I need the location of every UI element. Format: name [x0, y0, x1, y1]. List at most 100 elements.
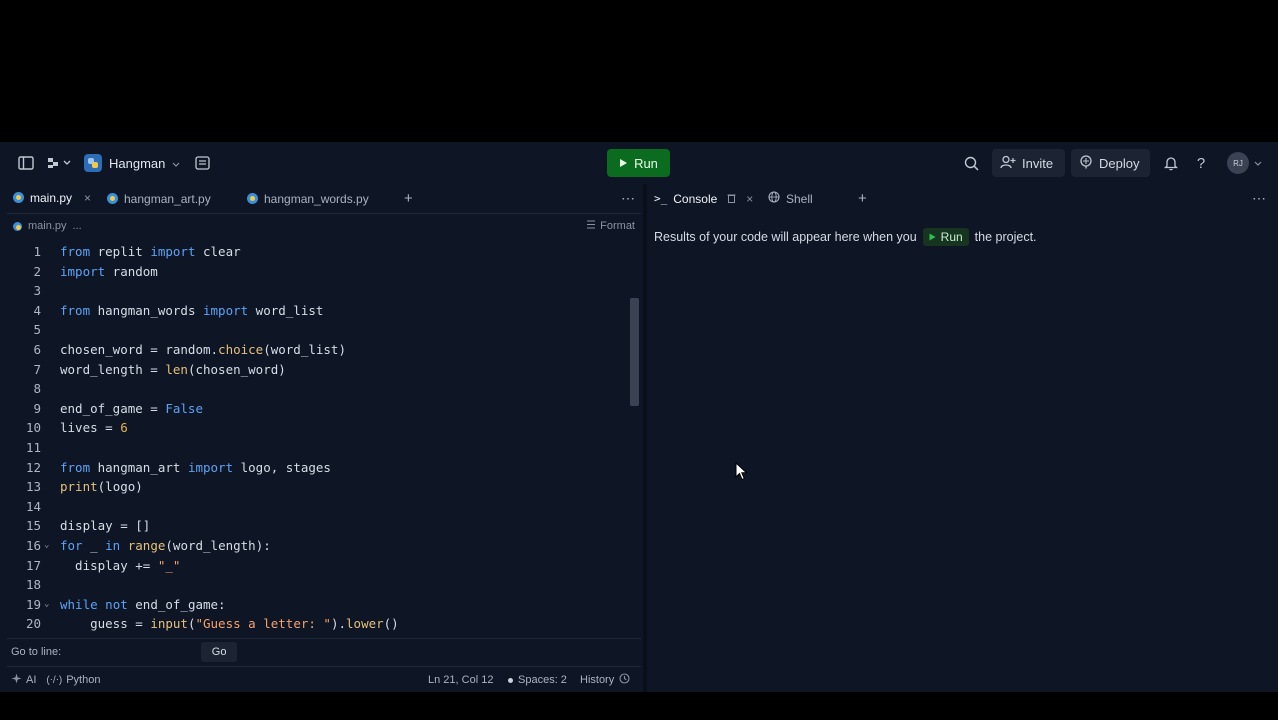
code-line[interactable]: 11 — [7, 438, 627, 457]
tab-label: hangman_art.py — [124, 191, 211, 206]
globe-icon — [768, 191, 780, 206]
breadcrumb-rest: ... — [72, 220, 82, 232]
spaces-label: Spaces: 2 — [518, 674, 567, 686]
console-message-after: the project. — [974, 230, 1037, 244]
close-icon[interactable]: × — [746, 192, 753, 206]
python-file-icon — [13, 221, 22, 231]
code-line[interactable]: 6 chosen_word = random.choice(word_list) — [7, 340, 627, 359]
code-line[interactable]: 10 lives = 6 — [7, 418, 627, 437]
code-line[interactable]: 4 from hangman_words import word_list — [7, 301, 627, 320]
editor-tabs: main.py × hangman_art.py hangman_words.p… — [7, 184, 641, 214]
tab-hangman-art-py[interactable]: hangman_art.py — [107, 184, 239, 213]
fold-chevron-icon[interactable]: ⌄ — [44, 595, 49, 614]
editor-scrollbar[interactable] — [628, 256, 640, 646]
format-icon — [586, 220, 596, 232]
top-bar: Hangman Run Invite Deploy ? RJ — [0, 142, 1278, 183]
project-name: Hangman — [109, 155, 166, 171]
deploy-label: Deploy — [1099, 155, 1140, 171]
invite-label: Invite — [1022, 155, 1054, 171]
line-number: 7 — [33, 361, 41, 377]
dot-icon — [508, 677, 513, 683]
console-message-before: Results of your code will appear here wh… — [654, 230, 917, 244]
deploy-button[interactable]: Deploy — [1071, 149, 1150, 177]
code-text: from hangman_art import logo, stages — [60, 459, 331, 475]
code-line[interactable]: 12 from hangman_art import logo, stages — [7, 458, 627, 477]
project-info-icon[interactable] — [192, 154, 212, 172]
code-line[interactable]: 18 — [7, 575, 627, 594]
code-line[interactable]: 16 ⌄ for _ in range(word_length): — [7, 536, 627, 555]
terminal-prompt-icon: >_ — [654, 192, 668, 205]
help-icon[interactable]: ? — [1191, 153, 1211, 173]
code-line[interactable]: 7 word_length = len(chosen_word) — [7, 360, 627, 379]
editor-pane: main.py × hangman_art.py hangman_words.p… — [7, 184, 641, 692]
tab-label: hangman_words.py — [264, 191, 369, 206]
go-button[interactable]: Go — [201, 642, 238, 662]
code-text: guess = input("Guess a letter: ").lower(… — [60, 616, 399, 632]
code-editor[interactable]: 1 from replit import clear 2 import random 3… — [7, 242, 627, 674]
play-icon — [619, 156, 628, 171]
code-line[interactable]: 17 display += "_" — [7, 556, 627, 575]
code-line[interactable]: 2 import random — [7, 262, 627, 281]
code-line[interactable]: 5 — [7, 320, 627, 339]
python-file-icon — [107, 193, 118, 204]
code-text: import random — [60, 263, 158, 279]
more-options-icon[interactable]: ⋯ — [621, 184, 637, 213]
ai-button[interactable]: AI — [11, 673, 36, 687]
sidebar-toggle-icon[interactable] — [16, 154, 36, 172]
code-line[interactable]: 19 ⌄ while not end_of_game: — [7, 595, 627, 614]
pane-resize-handle[interactable] — [643, 184, 647, 692]
inline-run-button[interactable]: Run — [922, 228, 969, 246]
code-line[interactable]: 20 guess = input("Guess a letter: ").low… — [7, 614, 627, 633]
go-to-line-input[interactable] — [69, 642, 200, 662]
language-indicator[interactable]: (⋅/⋅) Python — [46, 674, 100, 686]
tab-hangman-words-py[interactable]: hangman_words.py — [247, 184, 397, 213]
code-text: print(logo) — [60, 479, 143, 495]
ai-sparkle-icon — [11, 673, 22, 687]
code-line[interactable]: 15 display = [] — [7, 516, 627, 535]
code-text: chosen_word = random.choice(word_list) — [60, 342, 346, 357]
bell-icon[interactable] — [1161, 154, 1181, 172]
chevron-down-icon — [1254, 154, 1262, 172]
line-number: 5 — [33, 322, 41, 338]
add-tab-button[interactable]: + — [858, 184, 867, 213]
tab-main-py[interactable]: main.py × — [7, 184, 102, 213]
replit-workspace: Hangman Run Invite Deploy ? RJ main.py ×… — [0, 142, 1278, 692]
add-tab-button[interactable]: + — [404, 184, 420, 213]
code-line[interactable]: 9 end_of_game = False — [7, 399, 627, 418]
code-text: end_of_game = False — [60, 400, 203, 416]
clear-console-icon[interactable] — [727, 192, 736, 206]
scrollbar-thumb[interactable] — [630, 298, 639, 406]
invite-button[interactable]: Invite — [992, 149, 1065, 177]
search-icon[interactable] — [961, 154, 981, 172]
format-button[interactable]: Format — [586, 220, 635, 232]
python-file-icon — [247, 193, 258, 204]
project-switcher[interactable]: Hangman — [84, 152, 180, 174]
run-button[interactable]: Run — [607, 149, 670, 177]
code-text: for _ in range(word_length): — [60, 538, 271, 553]
line-number: 9 — [33, 400, 41, 416]
workspace-menu-icon[interactable] — [46, 154, 72, 172]
breadcrumb-file[interactable]: main.py — [28, 220, 67, 232]
code-text: word_length = len(chosen_word) — [60, 361, 286, 377]
tab-console[interactable]: >_ Console × — [654, 184, 753, 213]
code-line[interactable]: 14 — [7, 497, 627, 516]
indentation-setting[interactable]: Spaces: 2 — [508, 674, 567, 686]
line-number: 14 — [25, 498, 41, 514]
avatar: RJ — [1227, 152, 1249, 174]
ai-label: AI — [26, 674, 37, 686]
console-empty-message: Results of your code will appear here wh… — [654, 225, 1037, 249]
code-line[interactable]: 1 from replit import clear — [7, 242, 627, 261]
code-text: from hangman_words import word_list — [60, 302, 324, 318]
tab-shell[interactable]: Shell — [768, 184, 813, 213]
code-line[interactable]: 3 — [7, 281, 627, 300]
history-button[interactable]: History — [580, 673, 630, 687]
close-icon[interactable]: × — [84, 191, 91, 205]
user-menu[interactable]: RJ — [1227, 152, 1267, 174]
code-line[interactable]: 13 print(logo) — [7, 477, 627, 496]
fold-chevron-icon[interactable]: ⌄ — [44, 536, 49, 555]
code-line[interactable]: 8 — [7, 379, 627, 398]
tab-label: main.py — [30, 190, 73, 205]
more-options-icon[interactable]: ⋯ — [1252, 184, 1266, 213]
cursor-position[interactable]: Ln 21, Col 12 — [428, 674, 493, 686]
format-label: Format — [600, 220, 635, 232]
